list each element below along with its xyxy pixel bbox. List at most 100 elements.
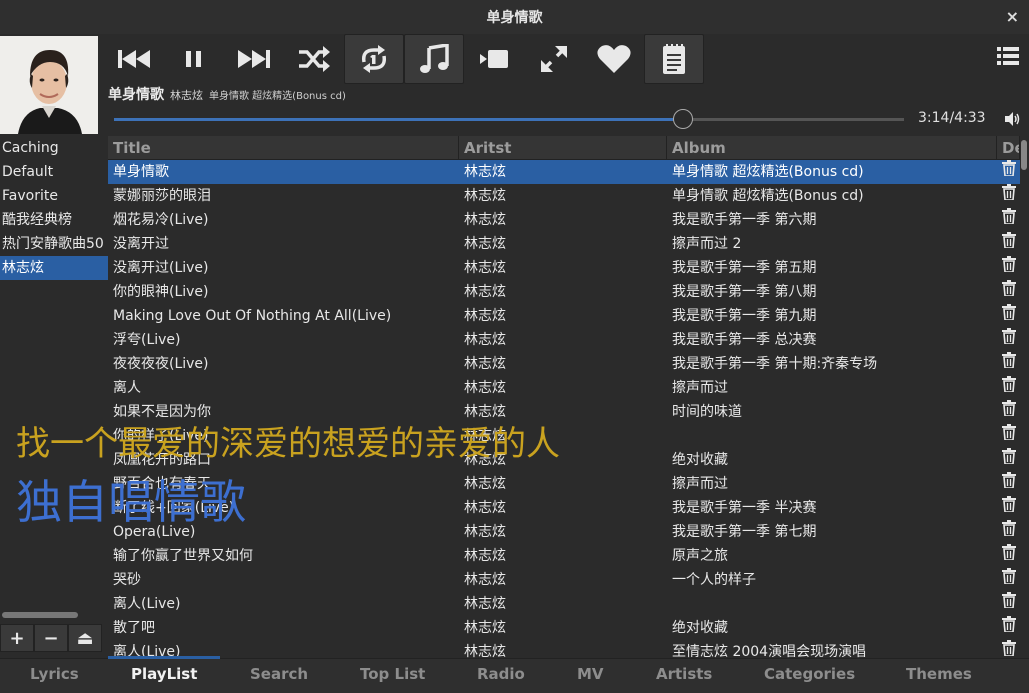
shuffle-icon	[299, 46, 330, 72]
column-header-delete[interactable]: De	[997, 136, 1020, 160]
table-row[interactable]: 没离开过 林志炫 擦声而过 2	[108, 232, 1020, 256]
tab-search[interactable]: Search	[250, 665, 308, 683]
tab-top-list[interactable]: Top List	[360, 665, 425, 683]
add-playlist-button[interactable]: +	[0, 624, 34, 652]
delete-track-button[interactable]	[997, 352, 1020, 376]
fullscreen-icon	[541, 46, 567, 72]
track-title-cell: 如果不是因为你	[113, 404, 211, 420]
music-mode-button[interactable]	[404, 34, 464, 84]
volume-button[interactable]	[1004, 111, 1020, 130]
next-button[interactable]	[224, 34, 284, 84]
delete-track-button[interactable]	[997, 616, 1020, 640]
table-row[interactable]: 凤凰花开的路口 林志炫 绝对收藏	[108, 448, 1020, 472]
sidebar-item[interactable]: 热门安静歌曲50	[0, 232, 108, 256]
table-row[interactable]: 烟花易冷(Live) 林志炫 我是歌手第一季 第六期	[108, 208, 1020, 232]
table-row[interactable]: 离人(Live) 林志炫 至情志炫 2004演唱会现场演唱	[108, 640, 1020, 658]
table-row[interactable]: 你的眼神(Live) 林志炫 我是歌手第一季 第八期	[108, 280, 1020, 304]
table-row[interactable]: 你的样子(Live) 林志炫	[108, 424, 1020, 448]
tab-playlist[interactable]: PlayList	[131, 665, 197, 683]
track-artist-cell: 林志炫	[464, 404, 506, 420]
close-button[interactable]: ×	[1006, 7, 1019, 26]
delete-track-button[interactable]	[997, 376, 1020, 400]
trash-icon	[1001, 376, 1016, 400]
track-title-cell: 烟花易冷(Live)	[113, 212, 209, 228]
video-mode-button[interactable]	[464, 34, 524, 84]
table-row[interactable]: 断了线+回家(Live) 林志炫 我是歌手第一季 半决赛	[108, 496, 1020, 520]
tab-categories[interactable]: Categories	[764, 665, 855, 683]
tab-mv[interactable]: MV	[577, 665, 604, 683]
delete-track-button[interactable]	[997, 640, 1020, 658]
window-title: 单身情歌	[486, 10, 543, 26]
table-row[interactable]: Making Love Out Of Nothing At All(Live) 林…	[108, 304, 1020, 328]
table-row[interactable]: 如果不是因为你 林志炫 时间的味道	[108, 400, 1020, 424]
favorite-button[interactable]	[584, 34, 644, 84]
trash-icon	[1001, 280, 1016, 304]
table-row[interactable]: 夜夜夜夜(Live) 林志炫 我是歌手第一季 第十期:齐秦专场	[108, 352, 1020, 376]
remove-playlist-button[interactable]: −	[34, 624, 68, 652]
delete-track-button[interactable]	[997, 256, 1020, 280]
repeat-one-button[interactable]	[344, 34, 404, 84]
table-row[interactable]: 单身情歌 林志炫 单身情歌 超炫精选(Bonus cd)	[108, 160, 1020, 184]
playlist-table: Title Aritst Album De 单身情歌林志炫 单身情歌 超炫精选(B…	[108, 136, 1020, 658]
table-row[interactable]: 离人 林志炫 擦声而过	[108, 376, 1020, 400]
track-title-cell: 野百合也有春天	[113, 476, 211, 492]
delete-track-button[interactable]	[997, 448, 1020, 472]
delete-track-button[interactable]	[997, 232, 1020, 256]
table-row[interactable]: 输了你赢了世界又如何 林志炫 原声之旅	[108, 544, 1020, 568]
previous-button[interactable]	[104, 34, 164, 84]
sidebar-scrollbar[interactable]	[2, 612, 78, 618]
sidebar-item[interactable]: 林志炫	[0, 256, 108, 280]
table-row[interactable]: Opera(Live) 林志炫 我是歌手第一季 第七期	[108, 520, 1020, 544]
delete-track-button[interactable]	[997, 328, 1020, 352]
playlist-view-button[interactable]	[644, 34, 704, 84]
progress-knob[interactable]	[672, 109, 693, 129]
column-header-title[interactable]: Title	[108, 136, 459, 160]
tab-artists[interactable]: Artists	[656, 665, 712, 683]
delete-track-button[interactable]	[997, 280, 1020, 304]
table-row[interactable]: 散了吧 林志炫 绝对收藏	[108, 616, 1020, 640]
column-header-album[interactable]: Album	[667, 136, 997, 160]
delete-track-button[interactable]	[997, 592, 1020, 616]
fullscreen-button[interactable]	[524, 34, 584, 84]
trash-icon	[1001, 616, 1016, 640]
track-artist-cell: 林志炫	[464, 644, 506, 658]
tab-radio[interactable]: Radio	[477, 665, 525, 683]
table-row[interactable]: 野百合也有春天 林志炫 擦声而过	[108, 472, 1020, 496]
delete-track-button[interactable]	[997, 160, 1020, 184]
table-row[interactable]: 没离开过(Live) 林志炫 我是歌手第一季 第五期	[108, 256, 1020, 280]
delete-track-button[interactable]	[997, 496, 1020, 520]
delete-track-button[interactable]	[997, 304, 1020, 328]
track-artist-cell: 林志炫	[464, 188, 506, 204]
sidebar-item[interactable]: 酷我经典榜	[0, 208, 108, 232]
table-scrollbar[interactable]	[1020, 136, 1029, 658]
table-row[interactable]: 离人(Live) 林志炫	[108, 592, 1020, 616]
track-album-cell: 单身情歌 超炫精选(Bonus cd)	[672, 188, 864, 204]
sidebar-item[interactable]: Caching	[0, 136, 108, 160]
sidebar-item[interactable]: Default	[0, 160, 108, 184]
delete-track-button[interactable]	[997, 424, 1020, 448]
delete-track-button[interactable]	[997, 472, 1020, 496]
column-header-artist[interactable]: Aritst	[459, 136, 667, 160]
repeat-one-icon	[361, 45, 387, 73]
tab-lyrics[interactable]: Lyrics	[30, 665, 79, 683]
tab-themes[interactable]: Themes	[906, 665, 972, 683]
trash-icon	[1001, 448, 1016, 472]
progress-slider[interactable]	[114, 109, 904, 129]
table-scrollbar-thumb[interactable]	[1021, 140, 1027, 170]
video-icon	[480, 50, 508, 68]
sidebar-item[interactable]: Favorite	[0, 184, 108, 208]
menu-button[interactable]	[997, 46, 1019, 70]
delete-track-button[interactable]	[997, 208, 1020, 232]
delete-track-button[interactable]	[997, 184, 1020, 208]
table-row[interactable]: 浮夸(Live) 林志炫 我是歌手第一季 总决赛	[108, 328, 1020, 352]
delete-track-button[interactable]	[997, 544, 1020, 568]
shuffle-button[interactable]	[284, 34, 344, 84]
delete-track-button[interactable]	[997, 400, 1020, 424]
delete-track-button[interactable]	[997, 568, 1020, 592]
eject-button[interactable]: ⏏	[68, 624, 102, 652]
table-row[interactable]: 蒙娜丽莎的眼泪 林志炫 单身情歌 超炫精选(Bonus cd)	[108, 184, 1020, 208]
pause-button[interactable]	[164, 34, 224, 84]
delete-track-button[interactable]	[997, 520, 1020, 544]
table-row[interactable]: 哭砂 林志炫 一个人的样子	[108, 568, 1020, 592]
track-album-cell: 我是歌手第一季 第七期	[672, 524, 817, 540]
